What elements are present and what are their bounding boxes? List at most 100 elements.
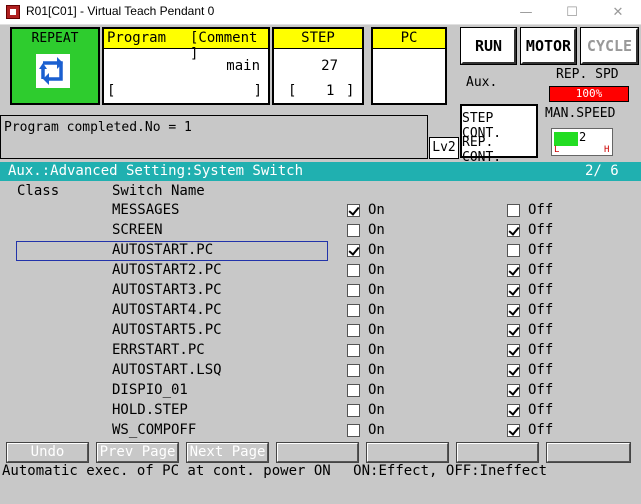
on-label: On (368, 282, 385, 298)
on-checkbox[interactable] (347, 204, 360, 217)
app-icon (6, 5, 20, 19)
switch-row[interactable]: AUTOSTART5.PC On Off (0, 321, 641, 341)
off-label: Off (528, 362, 554, 378)
step-sub-open: [ (288, 83, 297, 99)
pc-panel[interactable]: PC (371, 27, 447, 105)
off-checkbox[interactable] (507, 344, 520, 357)
motor-button[interactable]: MOTOR (520, 27, 577, 65)
off-label: Off (528, 342, 554, 358)
off-checkbox[interactable] (507, 384, 520, 397)
help-text: Automatic exec. of PC at cont. power ON (2, 463, 331, 479)
off-checkbox[interactable] (507, 264, 520, 277)
on-checkbox[interactable] (347, 324, 360, 337)
on-checkbox[interactable] (347, 264, 360, 277)
switch-row[interactable]: HOLD.STEP On Off (0, 401, 641, 421)
function-button-5[interactable] (366, 442, 449, 463)
function-button-7[interactable] (546, 442, 631, 463)
off-checkbox[interactable] (507, 204, 520, 217)
on-checkbox[interactable] (347, 364, 360, 377)
switch-name: SCREEN (112, 222, 163, 238)
title-bar: R01[C01] - Virtual Teach Pendant 0 — ☐ ✕ (0, 0, 641, 25)
switch-row[interactable]: AUTOSTART.PC On Off (0, 241, 641, 261)
on-label: On (368, 402, 385, 418)
next-page-button[interactable]: Next Page (186, 442, 269, 463)
close-icon[interactable]: ✕ (595, 0, 641, 25)
pc-heading: PC (400, 30, 418, 46)
function-button-6[interactable] (456, 442, 539, 463)
rep-speed-bar[interactable]: 100% (549, 86, 629, 102)
class-column-header: Class (17, 183, 60, 199)
step-number: 27 (321, 58, 338, 74)
switch-name: AUTOSTART.PC (112, 242, 214, 258)
function-button-4[interactable] (276, 442, 359, 463)
minimize-icon[interactable]: — (503, 0, 549, 25)
switch-row[interactable]: AUTOSTART.LSQ On Off (0, 361, 641, 381)
maximize-icon[interactable]: ☐ (549, 0, 595, 25)
message-text: Program completed.No = 1 (4, 120, 192, 135)
manual-speed-fill (554, 132, 578, 146)
on-label: On (368, 322, 385, 338)
switch-row[interactable]: DISPIO_01 On Off (0, 381, 641, 401)
program-panel[interactable]: Program [Comment ] main [ ] (102, 27, 270, 105)
step-panel[interactable]: STEP 27 [ 1 ] (272, 27, 364, 105)
section-header: Aux.:Advanced Setting:System Switch 2/ 6 (0, 162, 641, 181)
switch-row[interactable]: AUTOSTART4.PC On Off (0, 301, 641, 321)
comment-close-bracket: ] (253, 83, 262, 99)
switch-name: AUTOSTART5.PC (112, 322, 222, 338)
manual-speed-gauge[interactable]: 2 L H (551, 128, 613, 156)
repeat-label: REPEAT (31, 31, 79, 46)
off-label: Off (528, 322, 554, 338)
on-checkbox[interactable] (347, 384, 360, 397)
switch-row[interactable]: AUTOSTART2.PC On Off (0, 261, 641, 281)
switch-row[interactable]: WS_COMPOFF On Off (0, 421, 641, 441)
off-checkbox[interactable] (507, 304, 520, 317)
cycle-button[interactable]: CYCLE (580, 27, 639, 65)
manual-speed-label: MAN.SPEED (545, 106, 616, 121)
manual-speed-low: L (554, 145, 560, 155)
run-button[interactable]: RUN (460, 27, 517, 65)
off-label: Off (528, 242, 554, 258)
level-indicator[interactable]: Lv2 (429, 137, 459, 159)
aux-label[interactable]: Aux. (466, 75, 497, 90)
off-checkbox[interactable] (507, 324, 520, 337)
on-checkbox[interactable] (347, 424, 360, 437)
off-checkbox[interactable] (507, 364, 520, 377)
on-checkbox[interactable] (347, 224, 360, 237)
program-heading: Program (107, 30, 167, 46)
message-area: Program completed.No = 1 (0, 115, 428, 159)
help-legend: ON:Effect, OFF:Ineffect (353, 463, 548, 479)
on-label: On (368, 202, 385, 218)
on-label: On (368, 242, 385, 258)
off-label: Off (528, 202, 554, 218)
on-checkbox[interactable] (347, 404, 360, 417)
step-sub-value: 1 (326, 83, 335, 99)
pc-panel-header: PC (373, 29, 445, 49)
switch-name: AUTOSTART.LSQ (112, 362, 222, 378)
off-checkbox[interactable] (507, 404, 520, 417)
on-checkbox[interactable] (347, 244, 360, 257)
switch-name: HOLD.STEP (112, 402, 188, 418)
off-label: Off (528, 282, 554, 298)
switch-row[interactable]: MESSAGES On Off (0, 201, 641, 221)
switch-name-column-header: Switch Name (112, 183, 205, 199)
off-checkbox[interactable] (507, 284, 520, 297)
on-checkbox[interactable] (347, 304, 360, 317)
switch-row[interactable]: SCREEN On Off (0, 221, 641, 241)
on-checkbox[interactable] (347, 284, 360, 297)
switch-name: AUTOSTART2.PC (112, 262, 222, 278)
step-panel-header: STEP (274, 29, 362, 49)
switch-row[interactable]: ERRSTART.PC On Off (0, 341, 641, 361)
manual-speed-value: 2 (579, 130, 587, 144)
off-checkbox[interactable] (507, 224, 520, 237)
prev-page-button[interactable]: Prev Page (96, 442, 179, 463)
switch-row[interactable]: AUTOSTART3.PC On Off (0, 281, 641, 301)
step-heading: STEP (301, 30, 335, 46)
off-label: Off (528, 382, 554, 398)
continuous-mode-panel[interactable]: STEP CONT. REP. CONT. (460, 104, 538, 165)
repeat-icon (36, 54, 70, 88)
undo-button[interactable]: Undo (6, 442, 89, 463)
off-checkbox[interactable] (507, 424, 520, 437)
off-checkbox[interactable] (507, 244, 520, 257)
off-label: Off (528, 222, 554, 238)
on-checkbox[interactable] (347, 344, 360, 357)
